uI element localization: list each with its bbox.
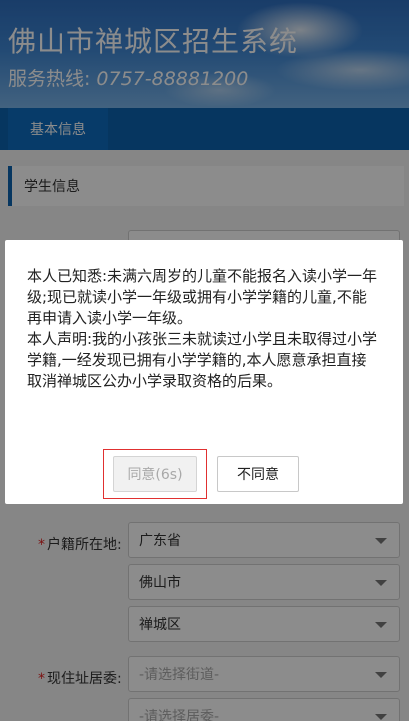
disagree-button[interactable]: 不同意 (217, 456, 299, 492)
agree-button[interactable]: 同意(6s) (113, 456, 197, 492)
declaration-dialog: 本人已知悉:未满六周岁的儿童不能报名入读小学一年级;现已就读小学一年级或拥有小学… (5, 240, 403, 504)
dialog-paragraph-notice: 本人已知悉:未满六周岁的儿童不能报名入读小学一年级;现已就读小学一年级或拥有小学… (27, 267, 378, 327)
dialog-message: 本人已知悉:未满六周岁的儿童不能报名入读小学一年级;现已就读小学一年级或拥有小学… (27, 266, 381, 392)
dialog-paragraph-declaration: 本人声明:我的小孩张三未就读过小学且未取得过小学学籍,一经发现已拥有小学学籍的,… (27, 330, 378, 390)
